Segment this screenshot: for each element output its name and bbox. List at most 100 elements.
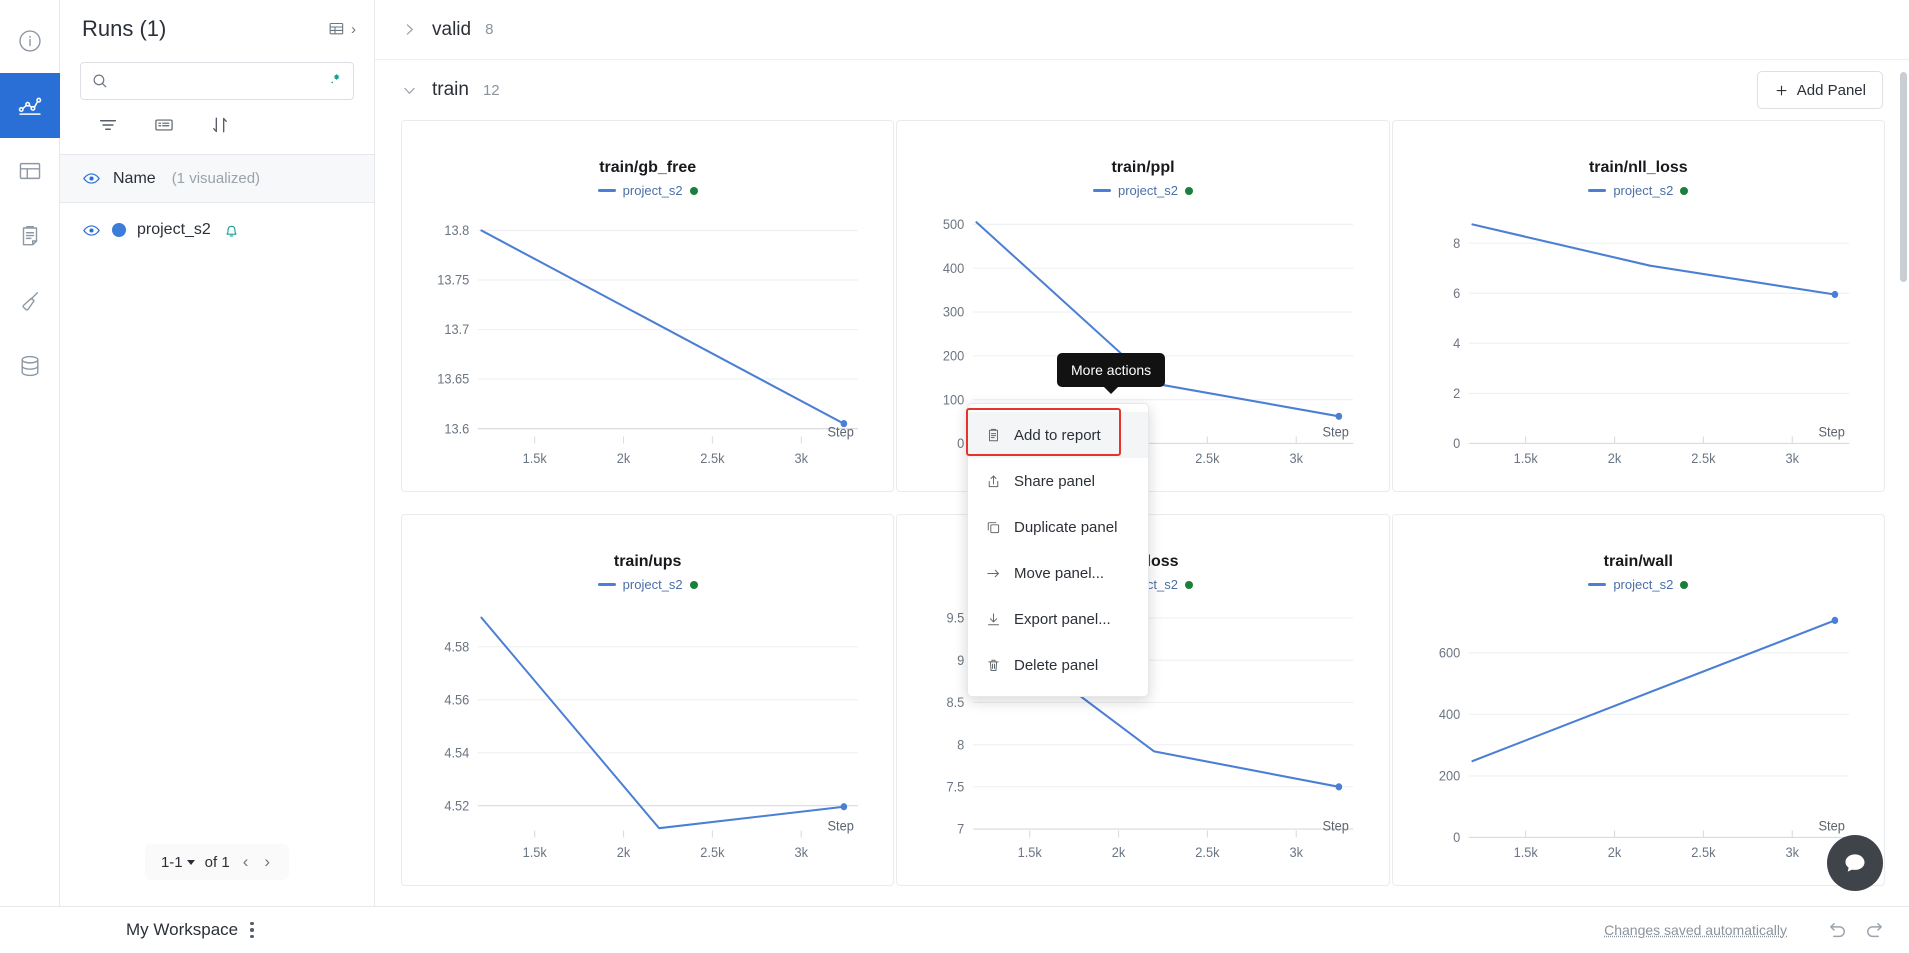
svg-text:13.65: 13.65 [437,371,469,387]
tooltip-text: More actions [1071,362,1152,378]
svg-text:200: 200 [1439,768,1460,784]
chart-panel[interactable]: train/wall project_s2 0 200 400 600 1.5k 2k 2.5k… [1391,514,1885,886]
runs-name-header-row[interactable]: Name (1 visualized) [60,155,374,203]
page-range-selector[interactable]: 1-1 [161,854,195,871]
svg-text:1.5k: 1.5k [1513,451,1537,467]
section-header-train[interactable]: train 12 Add Panel [375,60,1909,120]
svg-text:4.56: 4.56 [444,692,469,708]
next-page-button[interactable]: › [261,852,273,872]
columns-icon[interactable] [136,110,192,140]
context-menu-item-share-panel[interactable]: Share panel [968,458,1148,504]
more-actions-tooltip: More actions [1057,353,1166,394]
svg-text:Step: Step [1818,424,1844,440]
chevron-down-icon [186,859,195,865]
workspace-name[interactable]: My Workspace [126,920,238,940]
chevron-down-icon[interactable] [401,82,418,99]
add-panel-label: Add Panel [1796,81,1866,99]
legend-status-dot [1680,186,1689,195]
legend-label: project_s2 [622,577,683,592]
svg-text:13.7: 13.7 [444,322,469,338]
chart-panel[interactable]: train/ups project_s2 4.52 4.54 4.56 4.58 1.5k 2… [401,514,895,886]
context-menu-item-add-to-report[interactable]: Add to report [968,412,1148,458]
panel-context-menu[interactable]: Add to report Share panel Duplicate panel M… [967,403,1149,697]
bell-icon[interactable] [222,221,241,240]
legend-line-icon [1588,189,1607,192]
sort-icon[interactable] [192,110,248,140]
search-icon [93,74,107,88]
svg-text:8.5: 8.5 [947,695,965,711]
reports-clipboard-icon[interactable] [0,203,60,268]
workspace-chart-icon[interactable] [0,73,60,138]
search-box[interactable] [80,62,354,100]
chart-plot-area[interactable]: 0 200 400 600 1.5k 2k 2.5k 3k Step [1409,598,1868,877]
left-icon-rail [0,0,60,906]
chart-panel[interactable]: train/gb_free project_s2 13.6 13.65 13.7 13.7… [401,120,895,492]
context-menu-item-export-panel[interactable]: Export panel... [968,596,1148,642]
artifacts-database-icon[interactable] [0,333,60,398]
run-name-label[interactable]: project_s2 [137,221,211,239]
chart-plot-area[interactable]: 4.52 4.54 4.56 4.58 1.5k 2k 2.5k 3k Step [418,598,877,877]
table-icon[interactable] [0,138,60,203]
context-menu-label: Share panel [1014,472,1095,490]
legend-status-dot [1184,186,1193,195]
svg-text:3k: 3k [1290,451,1304,467]
svg-text:1.5k: 1.5k [523,451,547,467]
section-count-train: 12 [482,81,500,99]
chart-legend: project_s2 [1588,183,1689,198]
undo-icon[interactable] [1827,919,1849,941]
add-panel-button[interactable]: Add Panel [1756,71,1883,109]
chart-legend: project_s2 [597,183,698,198]
chart-title: train/ups [613,553,682,570]
legend-status-dot [689,580,698,589]
legend-line-icon [1588,583,1607,586]
svg-text:1.5k: 1.5k [1018,845,1042,861]
sweeps-broom-icon[interactable] [0,268,60,333]
svg-text:4.52: 4.52 [444,798,469,814]
chevron-right-icon[interactable] [401,21,418,38]
filter-icon[interactable] [80,110,136,140]
svg-text:Step: Step [1323,818,1349,834]
svg-text:9: 9 [957,652,964,668]
section-name-train: train [432,79,469,100]
arrow-right-icon [984,565,1002,582]
search-input[interactable] [117,73,317,89]
svg-text:3k: 3k [794,451,808,467]
svg-text:300: 300 [943,304,964,320]
chart-title: train/wall [1603,553,1673,570]
svg-text:400: 400 [943,260,964,276]
help-chat-button[interactable] [1827,835,1883,891]
vertical-scrollbar[interactable] [1900,72,1907,282]
prev-page-button[interactable]: ‹ [240,852,252,872]
redo-icon[interactable] [1863,919,1885,941]
chart-plot-area[interactable]: 0 2 4 6 8 1.5k 2k 2.5k 3k Step [1409,204,1868,483]
chart-title: train/gb_free [599,159,697,176]
legend-status-dot [1680,580,1689,589]
svg-text:1.5k: 1.5k [523,845,547,861]
visibility-eye-icon[interactable] [82,169,101,188]
main-workspace: valid 8 train 12 Add Panel train/gb_free… [375,0,1909,906]
chart-title: train/nll_loss [1588,159,1688,176]
column-name-label: Name [113,169,156,187]
magic-wand-icon[interactable] [325,71,343,92]
chart-panel[interactable]: train/nll_loss project_s2 0 2 4 6 8 1.5k 2k 2.5k 3… [1391,120,1885,492]
context-menu-item-duplicate-panel[interactable]: Duplicate panel [968,504,1148,550]
context-menu-item-move-panel[interactable]: Move panel... [968,550,1148,596]
workspace-kebab-menu-icon[interactable] [250,921,254,939]
svg-text:Step: Step [827,818,853,834]
chat-bubble-icon [1845,854,1865,872]
run-visibility-eye-icon[interactable] [82,221,101,240]
svg-text:Step: Step [827,424,853,440]
chart-plot-area[interactable]: 13.6 13.65 13.7 13.75 13.8 1.5k 2k 2.5k 3k Step [418,204,877,483]
svg-text:500: 500 [943,217,964,233]
runs-title: Runs (1) [82,16,167,41]
toggle-runs-table-icon[interactable]: › [327,19,356,39]
run-color-dot [112,223,126,237]
section-header-valid[interactable]: valid 8 [375,0,1909,60]
context-menu-item-delete-panel[interactable]: Delete panel [968,642,1148,688]
svg-text:4.58: 4.58 [444,639,469,655]
context-menu-label: Move panel... [1014,564,1105,582]
legend-label: project_s2 [622,183,683,198]
info-icon[interactable] [0,8,60,73]
svg-text:2k: 2k [1112,845,1126,861]
run-list-item[interactable]: project_s2 [60,203,374,257]
